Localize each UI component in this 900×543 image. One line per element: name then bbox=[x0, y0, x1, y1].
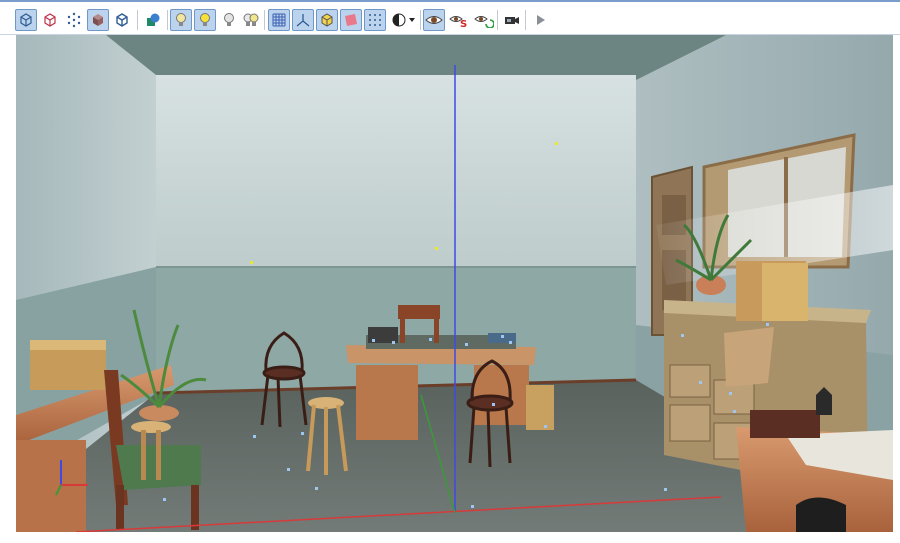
bounding-box-icon[interactable] bbox=[316, 9, 338, 31]
material-spheres-icon[interactable] bbox=[142, 9, 164, 31]
eye-icon[interactable] bbox=[423, 9, 445, 31]
light-bulb-pair-icon[interactable] bbox=[240, 9, 262, 31]
ceiling bbox=[106, 35, 726, 80]
grid-icon[interactable] bbox=[268, 9, 290, 31]
eye-s-icon[interactable]: S bbox=[448, 9, 470, 31]
toolbar-separator bbox=[525, 10, 526, 30]
solid-box-icon[interactable] bbox=[87, 9, 109, 31]
toolbar: S bbox=[0, 0, 900, 35]
toolbar-separator bbox=[264, 10, 265, 30]
svg-text:S: S bbox=[460, 19, 467, 28]
axes-icon[interactable] bbox=[292, 9, 314, 31]
box-edges-icon[interactable] bbox=[39, 9, 61, 31]
toolbar-top-border bbox=[0, 0, 900, 2]
camera-icon[interactable] bbox=[501, 9, 523, 31]
3d-viewport[interactable] bbox=[16, 35, 893, 532]
bottom-margin bbox=[0, 532, 900, 543]
vertex-points-icon[interactable] bbox=[63, 9, 85, 31]
light-bulb-lit-icon[interactable] bbox=[194, 9, 216, 31]
light-bulb-icon[interactable] bbox=[170, 9, 192, 31]
box-wireframe-icon[interactable] bbox=[15, 9, 37, 31]
toolbar-separator bbox=[420, 10, 421, 30]
toolbar-separator bbox=[137, 10, 138, 30]
toolbar-separator bbox=[167, 10, 168, 30]
dotted-grid-icon[interactable] bbox=[364, 9, 386, 31]
play-icon[interactable] bbox=[530, 9, 552, 31]
box-outline-icon[interactable] bbox=[111, 9, 133, 31]
plane-icon[interactable] bbox=[340, 9, 362, 31]
light-bulb-off-icon[interactable] bbox=[218, 9, 240, 31]
shading-dropdown-icon[interactable] bbox=[390, 9, 418, 31]
eye-cycle-icon[interactable] bbox=[473, 9, 495, 31]
toolbar-separator bbox=[497, 10, 498, 30]
